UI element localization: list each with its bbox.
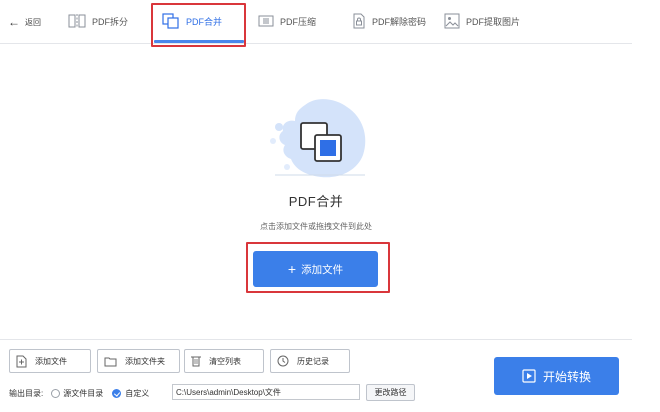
tool-label: 清空列表 (209, 356, 241, 366)
clock-icon (277, 355, 289, 367)
add-file-button[interactable]: + 添加文件 (253, 251, 378, 287)
add-folder-button[interactable]: 添加文件夹 (97, 349, 180, 373)
split-icon (68, 14, 86, 28)
tab-label: PDF合并 (186, 16, 223, 27)
output-path-input[interactable] (172, 384, 360, 400)
add-folder-icon (104, 357, 117, 366)
tab-pdf-compress[interactable]: PDF压缩 (258, 8, 316, 34)
tab-pdf-merge[interactable]: PDF合并 (162, 8, 222, 34)
tab-label: PDF提取图片 (466, 16, 521, 27)
drop-hint: 点击添加文件或拖拽文件到此处 (260, 222, 372, 231)
tab-label: PDF压缩 (280, 16, 317, 27)
tab-pdf-split[interactable]: PDF拆分 (68, 8, 128, 34)
back-arrow-icon: ← (8, 15, 20, 29)
radio-source-label: 源文件目录 (63, 388, 104, 398)
back-label: 返回 (25, 17, 41, 27)
play-icon (522, 369, 536, 383)
add-file-icon (16, 355, 27, 367)
tab-pdf-unlock[interactable]: PDF解除密码 (352, 8, 426, 34)
back-button[interactable]: ← 返回 (8, 13, 41, 31)
tab-label: PDF拆分 (92, 16, 129, 27)
add-file-label: 添加文件 (301, 263, 344, 276)
tool-label: 历史记录 (297, 356, 329, 366)
merge-illustration (270, 99, 366, 178)
top-toolbar: ← 返回 PDF拆分 PDF合并 PDF压缩 PDF解除密码 PDF提取图片 (0, 0, 632, 44)
tool-label: 添加文件 (35, 356, 67, 366)
compress-icon (258, 15, 274, 27)
output-directory-row: 输出目录: 源文件目录 自定义 (9, 385, 149, 401)
start-label: 开始转换 (542, 369, 591, 384)
output-label: 输出目录: (9, 388, 44, 398)
radio-custom-label: 自定义 (125, 388, 150, 398)
image-icon (444, 13, 460, 29)
add-files-button[interactable]: 添加文件 (9, 349, 91, 373)
change-path-button[interactable]: 更改路径 (366, 384, 415, 401)
unlock-icon (353, 13, 365, 29)
active-tab-indicator (154, 40, 244, 43)
plus-icon: + (287, 261, 297, 277)
clear-list-button[interactable]: 清空列表 (184, 349, 264, 373)
tab-pdf-extract-images[interactable]: PDF提取图片 (444, 8, 520, 34)
tab-label: PDF解除密码 (372, 16, 427, 27)
tool-label: 添加文件夹 (125, 356, 165, 366)
start-convert-button[interactable]: 开始转换 (494, 357, 619, 395)
radio-source-dir[interactable] (51, 388, 61, 398)
history-button[interactable]: 历史记录 (270, 349, 350, 373)
trash-icon (191, 356, 201, 367)
page-title: PDF合并 (288, 194, 344, 209)
merge-icon (162, 13, 179, 29)
radio-custom-dir[interactable] (112, 388, 122, 398)
